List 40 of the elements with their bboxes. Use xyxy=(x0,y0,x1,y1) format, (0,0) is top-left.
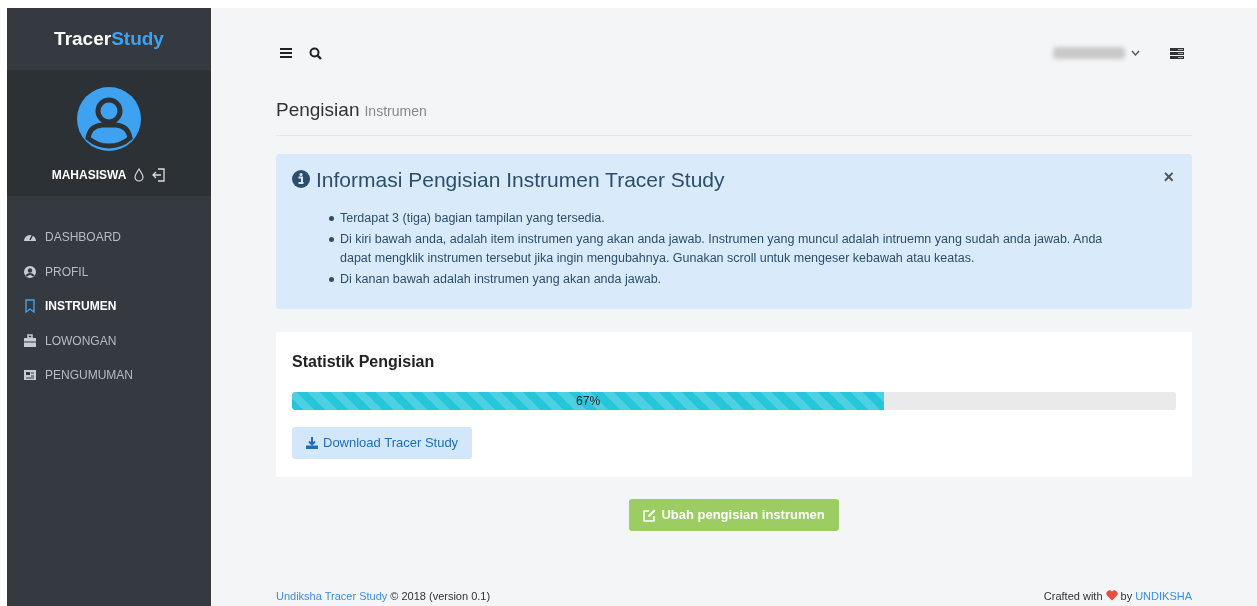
info-icon xyxy=(292,170,310,189)
user-icon xyxy=(23,264,37,279)
org-link[interactable]: UNDIKSHA xyxy=(1135,587,1192,604)
menu-item[interactable]: DASHBOARD xyxy=(7,220,211,255)
heart-icon xyxy=(1105,590,1118,602)
page-title: Pengisian xyxy=(276,98,360,122)
drop-icon[interactable] xyxy=(134,168,145,182)
edit-icon xyxy=(643,508,657,522)
avatar-icon xyxy=(76,86,142,152)
menu-item[interactable]: PROFIL xyxy=(7,254,211,289)
newspaper-icon xyxy=(23,368,37,383)
alert-title: Informasi Pengisian Instrumen Tracer Study xyxy=(316,166,725,193)
search-icon[interactable] xyxy=(309,46,322,60)
alert-item: Di kiri bawah anda, adalah item instrumen yang akan anda jawab. Instrumen yang muncul adalah intruemn yang sudah anda jawab. Anda dapat mengklik instrumen tersebut jika ingin mengubahnya. Gunakan scroll untuk mengeser kebawah atau keatas. xyxy=(340,231,1104,267)
brand-logo[interactable]: TracerStudy xyxy=(54,24,164,54)
menu-icon[interactable] xyxy=(280,47,292,59)
menu-item[interactable]: LOWONGAN xyxy=(7,323,211,358)
bookmark-icon xyxy=(23,299,37,314)
card-title: Statistik Pengisian xyxy=(292,352,436,372)
download-icon xyxy=(306,437,318,449)
bullet-icon xyxy=(329,277,334,282)
role-label: MAHASISWA xyxy=(51,167,127,184)
close-button[interactable]: × xyxy=(1163,163,1174,191)
by-text: by xyxy=(1120,588,1133,604)
page-subtitle: Instrumen xyxy=(364,102,427,121)
menu-item[interactable]: PENGUMUMAN xyxy=(7,358,211,393)
footer-link[interactable]: Undiksha Tracer Study xyxy=(276,587,388,604)
server-icon[interactable] xyxy=(1170,47,1184,59)
briefcase-icon xyxy=(23,333,37,348)
alert-item: Terdapat 3 (tiga) bagian tampilan yang tersedia. xyxy=(340,210,605,227)
alert-item: Di kanan bawah adalah instrumen yang akan anda jawab. xyxy=(340,271,662,288)
crafted-text: Crafted with xyxy=(1043,588,1103,604)
menu-item[interactable]: INSTRUMEN xyxy=(7,289,211,324)
download-button[interactable]: Download Tracer Study xyxy=(292,427,473,459)
footer-copyright: © 2018 (version 0.1) xyxy=(390,588,491,604)
logout-icon[interactable] xyxy=(152,168,167,182)
bullet-icon xyxy=(329,216,334,221)
progress-fill: 67% xyxy=(292,392,885,410)
chevron-down-icon[interactable] xyxy=(1131,50,1140,56)
bullet-icon xyxy=(329,237,334,242)
